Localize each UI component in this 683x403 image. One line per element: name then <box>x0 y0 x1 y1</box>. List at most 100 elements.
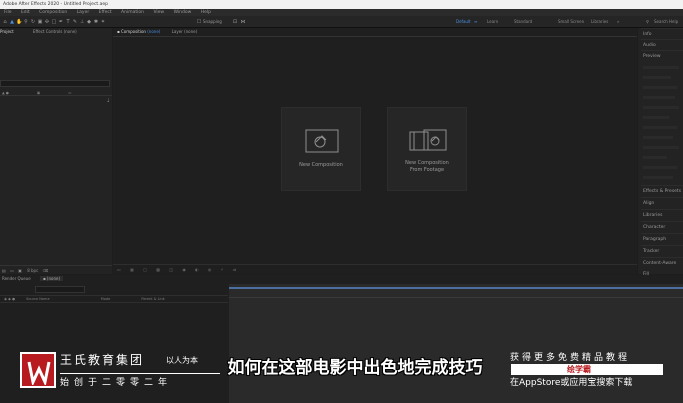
new-comp-icon[interactable]: ▣ <box>18 268 22 273</box>
workspace-standard[interactable]: Standard <box>514 18 532 26</box>
video-subtitle: 如何在这部电影中出色地完成技巧 <box>227 358 483 378</box>
tab-layer[interactable]: Layer (none) <box>172 29 198 34</box>
type-tool-icon[interactable]: T <box>65 19 71 25</box>
puppet-tool-icon[interactable]: ✶ <box>100 19 106 25</box>
transparency-grid-icon[interactable]: ▩ <box>156 267 160 272</box>
col-mode[interactable]: Mode <box>101 297 111 301</box>
camera-tool-icon[interactable]: ▣ <box>37 19 43 25</box>
new-folder-icon[interactable]: ▭ <box>10 268 14 273</box>
selection-tool-icon[interactable]: ▲ <box>9 19 15 25</box>
project-flowchart-icon[interactable]: ⇣ <box>106 98 110 104</box>
zoom-tool-icon[interactable]: ⚲ <box>23 19 29 25</box>
menu-composition[interactable]: Composition <box>39 10 67 15</box>
time-ruler[interactable] <box>229 292 683 298</box>
timeline-controls <box>0 284 228 296</box>
snapping-checkbox[interactable]: ☐ <box>196 19 202 25</box>
preview-row <box>643 166 677 169</box>
tab-composition[interactable]: ▪ Composition (none) <box>117 29 160 34</box>
brush-tool-icon[interactable]: ✎ <box>72 19 78 25</box>
bpc-label[interactable]: 8 bpc <box>27 268 38 273</box>
pen-tool-icon[interactable]: ✒ <box>58 19 64 25</box>
tab-composition-label: Composition <box>120 29 146 34</box>
mask-visibility-icon[interactable]: ◫ <box>169 267 173 272</box>
tab-render-queue[interactable]: Render Queue <box>2 276 31 281</box>
panel-libraries[interactable]: Libraries <box>641 209 683 220</box>
workspace-small-screen[interactable]: Small Screen <box>558 18 584 26</box>
ad-line-1: 获得更多免费精品教程 <box>510 353 631 363</box>
panel-paragraph[interactable]: Paragraph <box>641 233 683 244</box>
new-composition-from-footage-button[interactable]: New Composition From Footage <box>387 107 467 191</box>
panel-tracker[interactable]: Tracker <box>641 245 683 256</box>
region-icon[interactable]: ▢ <box>143 267 147 272</box>
color-icon[interactable]: ◍ <box>208 267 212 272</box>
workspaces-overflow-icon[interactable]: » <box>617 18 619 26</box>
channel-icon[interactable]: ◐ <box>195 267 199 272</box>
menu-file[interactable]: File <box>4 10 12 15</box>
panel-preview[interactable]: Preview <box>641 50 683 61</box>
preview-row <box>643 76 671 79</box>
flowchart-icon[interactable]: ⇉ <box>233 267 236 272</box>
composition-tabs: ▪ Composition (none) Layer (none) <box>117 28 197 36</box>
delete-icon[interactable]: ⌫ <box>43 268 49 273</box>
work-area-bar[interactable] <box>229 287 683 289</box>
menu-help[interactable]: Help <box>201 10 211 15</box>
panel-content-aware-fill[interactable]: Content-Aware Fill <box>641 257 683 277</box>
snapshot-icon[interactable]: ◉ <box>182 267 186 272</box>
menu-view[interactable]: View <box>153 10 164 15</box>
tab-composition-sub: (none) <box>147 29 161 34</box>
menu-layer[interactable]: Layer <box>77 10 90 15</box>
hand-tool-icon[interactable]: ✋ <box>16 19 22 25</box>
panel-info[interactable]: Info <box>641 28 683 39</box>
tab-timeline-none[interactable]: ▪ (none) <box>39 276 64 281</box>
col-source-name[interactable]: Source Name <box>26 297 49 301</box>
rotate-tool-icon[interactable]: ↻ <box>30 19 36 25</box>
new-comp-footage-label-2: From Footage <box>409 167 445 173</box>
search-icon[interactable]: ⚲ <box>646 18 649 26</box>
brand-name: 王氏教育集团 <box>60 353 145 367</box>
tools-panel: ⌂ ▲ ✋ ⚲ ↻ ▣ ✣ □ ✒ T ✎ ⊥ ◆ ✱ ✶ ☐ Snapping… <box>0 16 683 28</box>
clone-stamp-tool-icon[interactable]: ⊥ <box>79 19 85 25</box>
workspace-default[interactable]: Default <box>456 18 471 26</box>
resolution-icon[interactable]: ▦ <box>130 267 134 272</box>
panel-character[interactable]: Character <box>641 221 683 232</box>
menu-bar: File Edit Composition Layer Effect Anima… <box>0 9 683 16</box>
home-icon[interactable]: ⌂ <box>2 19 8 25</box>
window-title: Adobe After Effects 2020 - Untitled Proj… <box>3 2 109 7</box>
new-composition-label: New Composition <box>299 162 343 168</box>
panel-audio[interactable]: Audio <box>641 39 683 50</box>
composition-panel: ▪ Composition (none) Layer (none) New Co… <box>113 28 637 274</box>
project-search-input[interactable] <box>0 80 110 87</box>
roto-brush-tool-icon[interactable]: ✱ <box>93 19 99 25</box>
tab-timeline-none-label: (none) <box>46 276 61 281</box>
search-help-label[interactable]: Search Help <box>654 18 678 26</box>
mask-tool-icon[interactable]: □ <box>51 19 57 25</box>
tab-effect-controls[interactable]: Effect Controls (none) <box>33 29 77 34</box>
brand-watermark: 王氏教育集团 以人为本 始创于二零零二年 <box>20 351 220 393</box>
timeline-columns-header: ◉ ◆ ● Source Name Mode Parent & Link <box>0 296 228 303</box>
eraser-tool-icon[interactable]: ◆ <box>86 19 92 25</box>
new-composition-button[interactable]: New Composition <box>281 107 361 191</box>
menu-edit[interactable]: Edit <box>21 10 30 15</box>
snap-options-icon[interactable]: ⋈ <box>240 19 246 25</box>
menu-animation[interactable]: Animation <box>121 10 144 15</box>
new-comp-footage-label-1: New Composition <box>405 160 449 166</box>
magnification-icon[interactable]: ▭ <box>117 267 121 272</box>
preview-row <box>643 176 673 179</box>
menu-window[interactable]: Window <box>174 10 192 15</box>
menu-effect[interactable]: Effect <box>99 10 112 15</box>
timeline-tabs: Render Queue ▪ (none) <box>2 275 64 283</box>
col-parent[interactable]: Parent & Link <box>141 297 164 301</box>
preview-row <box>643 146 679 149</box>
timeline-search-input[interactable] <box>35 286 85 293</box>
fast-previews-icon[interactable]: ⚡ <box>221 267 224 272</box>
panel-align[interactable]: Align <box>641 197 683 208</box>
tab-project[interactable]: Project <box>0 29 14 34</box>
preview-row <box>643 116 669 119</box>
panel-effects-presets[interactable]: Effects & Presets <box>641 185 683 196</box>
workspace-menu-icon[interactable]: ≡ <box>474 18 477 26</box>
interpret-footage-icon[interactable]: ▤ <box>2 268 6 273</box>
workspace-learn[interactable]: Learn <box>487 18 498 26</box>
pan-behind-tool-icon[interactable]: ✣ <box>44 19 50 25</box>
snap-icon[interactable]: ⊡ <box>232 19 238 25</box>
workspace-libraries[interactable]: Libraries <box>591 18 608 26</box>
